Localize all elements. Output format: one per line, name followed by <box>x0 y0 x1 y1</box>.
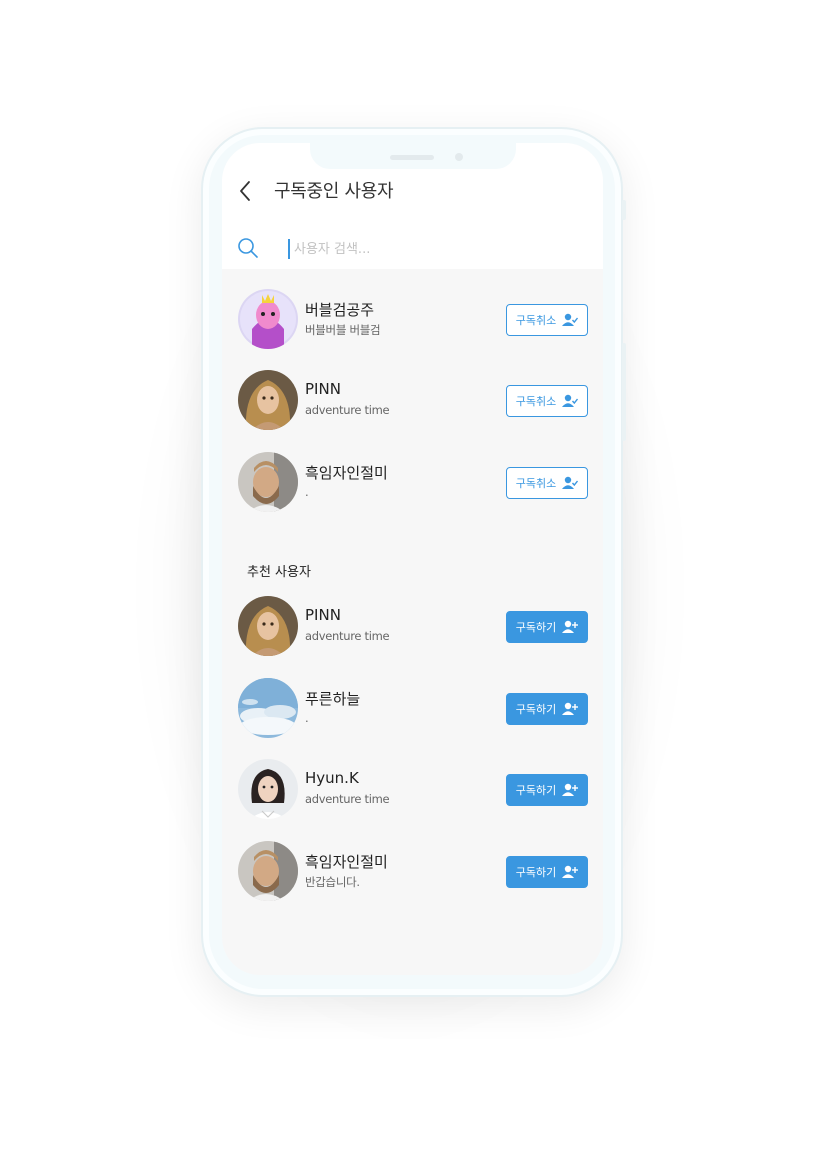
speaker <box>390 155 434 160</box>
list-item: Hyun.K adventure time 구독하기 <box>222 759 603 829</box>
user-check-icon <box>562 476 579 489</box>
user-subtitle: adventure time <box>305 792 390 806</box>
user-subtitle: . <box>305 485 309 499</box>
user-plus-icon <box>562 620 579 633</box>
user-plus-icon <box>562 865 579 878</box>
user-check-icon <box>562 394 579 407</box>
button-label: 구독하기 <box>515 784 557 797</box>
phone-side-button-small <box>622 200 626 220</box>
subscribe-button[interactable]: 구독하기 <box>506 774 588 806</box>
button-label: 구독취소 <box>515 314 557 327</box>
page-title: 구독중인 사용자 <box>274 181 394 202</box>
button-label: 구독하기 <box>515 621 557 634</box>
user-name: 푸른하늘 <box>305 690 361 708</box>
phone-side-button <box>622 343 626 441</box>
user-subtitle: 버블버블 버블검 <box>305 323 381 337</box>
unsubscribe-button[interactable]: 구독취소 <box>506 304 588 336</box>
section-title-recommended: 추천 사용자 <box>247 565 311 580</box>
search-icon <box>238 238 258 258</box>
list-item: PINN adventure time 구독취소 <box>222 370 603 440</box>
user-name: PINN <box>305 380 341 398</box>
subscribe-button[interactable]: 구독하기 <box>506 856 588 888</box>
user-plus-icon <box>562 702 579 715</box>
user-check-icon <box>562 313 579 326</box>
app-screen: 구독중인 사용자 버블검공주 버블버블 버블검 <box>222 143 603 975</box>
subscribe-button[interactable]: 구독하기 <box>506 611 588 643</box>
user-subtitle: adventure time <box>305 629 390 643</box>
user-name: PINN <box>305 606 341 624</box>
avatar[interactable] <box>238 759 298 819</box>
search-input[interactable] <box>288 239 578 259</box>
user-name: 흑임자인절미 <box>305 464 388 482</box>
button-label: 구독하기 <box>515 866 557 879</box>
list-item: 푸른하늘 . 구독하기 <box>222 678 603 748</box>
avatar[interactable] <box>238 289 298 349</box>
subscribe-button[interactable]: 구독하기 <box>506 693 588 725</box>
button-label: 구독취소 <box>515 477 557 490</box>
list-item: PINN adventure time 구독하기 <box>222 596 603 666</box>
button-label: 구독하기 <box>515 703 557 716</box>
list-item: 흑임자인절미 반갑습니다. 구독하기 <box>222 841 603 911</box>
unsubscribe-button[interactable]: 구독취소 <box>506 385 588 417</box>
chevron-left-icon[interactable] <box>236 179 256 203</box>
avatar[interactable] <box>238 370 298 430</box>
user-subtitle: . <box>305 711 309 725</box>
avatar[interactable] <box>238 596 298 656</box>
camera <box>455 153 463 161</box>
unsubscribe-button[interactable]: 구독취소 <box>506 467 588 499</box>
user-subtitle: 반갑습니다. <box>305 875 360 889</box>
button-label: 구독취소 <box>515 395 557 408</box>
user-name: 흑임자인절미 <box>305 853 388 871</box>
list-item: 버블검공주 버블버블 버블검 구독취소 <box>222 289 603 359</box>
phone-notch <box>310 143 516 169</box>
avatar[interactable] <box>238 678 298 738</box>
avatar[interactable] <box>238 452 298 512</box>
list-item: 흑임자인절미 . 구독취소 <box>222 452 603 522</box>
avatar[interactable] <box>238 841 298 901</box>
user-name: 버블검공주 <box>305 301 375 319</box>
user-subtitle: adventure time <box>305 403 390 417</box>
user-plus-icon <box>562 783 579 796</box>
user-name: Hyun.K <box>305 769 359 787</box>
